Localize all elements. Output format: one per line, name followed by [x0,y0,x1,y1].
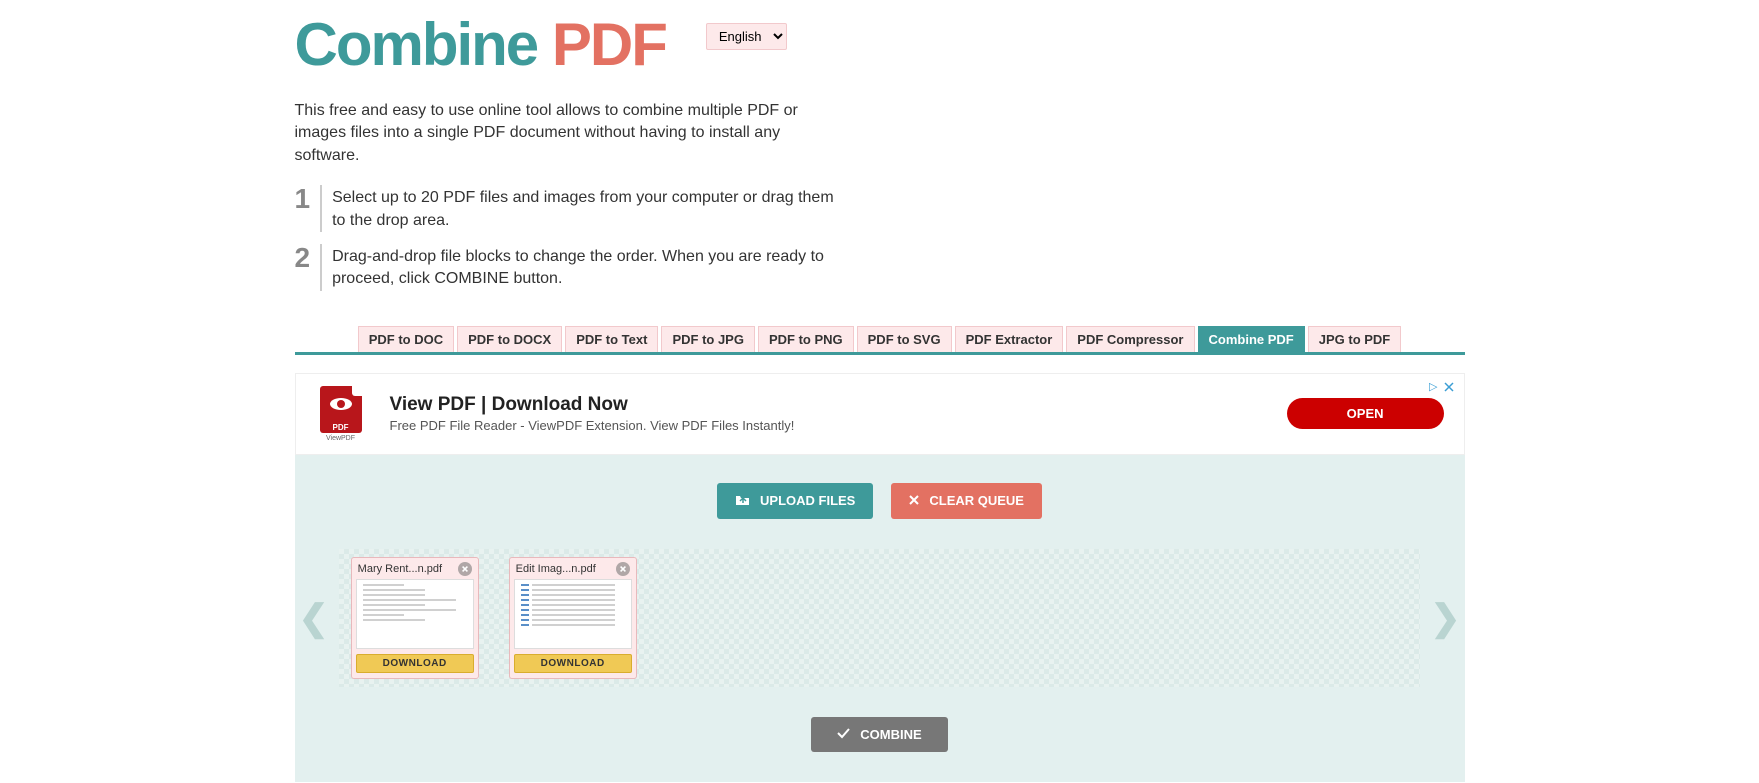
adchoices-icon[interactable]: ▷ [1429,380,1437,393]
main-workspace: PDF ViewPDF View PDF | Download Now Free… [295,373,1465,782]
file-thumbnail [356,579,474,649]
steps: 1 Select up to 20 PDF files and images f… [295,185,1465,291]
ad-description: Free PDF File Reader - ViewPDF Extension… [390,418,1263,433]
ad-badge: PDF [320,422,362,433]
logo-word-1: Combine [295,11,538,78]
file-thumbnail [514,579,632,649]
file-name: Mary Rent...n.pdf [358,563,454,575]
file-name: Edit Imag...n.pdf [516,563,612,575]
ad-meta: ▷ [1429,380,1455,394]
tab-pdf-to-text[interactable]: PDF to Text [565,326,658,352]
tab-combine-pdf[interactable]: Combine PDF [1198,326,1305,352]
remove-file-icon[interactable] [616,562,630,576]
step-text: Drag-and-drop file blocks to change the … [332,244,842,291]
logo-word-2: PDF [552,11,666,78]
step-number: 1 [295,185,323,232]
intro-text: This free and easy to use online tool al… [295,100,835,167]
clear-queue-button[interactable]: CLEAR QUEUE [891,483,1042,519]
upload-icon [735,493,750,509]
ad-title: View PDF | Download Now [390,394,1263,416]
upload-label: UPLOAD FILES [760,493,855,508]
tabs: PDF to DOCPDF to DOCXPDF to TextPDF to J… [295,326,1465,355]
combine-button[interactable]: COMBINE [811,717,947,752]
tab-pdf-compressor[interactable]: PDF Compressor [1066,326,1194,352]
file-strip-container: ❮ Mary Rent...n.pdfDOWNLOADEdit Imag...n… [295,549,1465,687]
tab-pdf-to-svg[interactable]: PDF to SVG [857,326,952,352]
ad-banner: PDF ViewPDF View PDF | Download Now Free… [295,373,1465,455]
step-text: Select up to 20 PDF files and images fro… [332,185,842,232]
tabs-container: PDF to DOCPDF to DOCXPDF to TextPDF to J… [295,326,1465,355]
ad-badge-sub: ViewPDF [326,435,355,442]
step-2: 2 Drag-and-drop file blocks to change th… [295,244,1465,291]
clear-label: CLEAR QUEUE [929,493,1024,508]
logo: Combine PDF [295,15,666,75]
tab-pdf-to-docx[interactable]: PDF to DOCX [457,326,562,352]
tab-pdf-to-png[interactable]: PDF to PNG [758,326,854,352]
check-icon [837,727,850,742]
download-button[interactable]: DOWNLOAD [514,654,632,673]
step-1: 1 Select up to 20 PDF files and images f… [295,185,1465,232]
combine-label: COMBINE [860,727,921,742]
tab-pdf-to-jpg[interactable]: PDF to JPG [661,326,755,352]
ad-thumbnail: PDF ViewPDF [316,386,366,442]
prev-arrow[interactable]: ❮ [295,597,333,639]
action-buttons: UPLOAD FILES CLEAR QUEUE [295,483,1465,519]
file-card[interactable]: Mary Rent...n.pdf DOWNLOAD [351,557,479,679]
next-arrow[interactable]: ❯ [1426,597,1464,639]
ad-close-icon[interactable] [1442,380,1456,394]
file-strip[interactable]: Mary Rent...n.pdfDOWNLOADEdit Imag...n.p… [339,549,1421,687]
close-icon [909,493,919,508]
remove-file-icon[interactable] [458,562,472,576]
file-card[interactable]: Edit Imag...n.pdf DOWNLOAD [509,557,637,679]
tab-jpg-to-pdf[interactable]: JPG to PDF [1308,326,1402,352]
ad-pdf-icon [320,386,362,422]
combine-row: COMBINE [295,717,1465,752]
tab-pdf-to-doc[interactable]: PDF to DOC [358,326,454,352]
language-select[interactable]: English [706,23,787,50]
step-number: 2 [295,244,323,291]
ad-open-button[interactable]: OPEN [1287,398,1444,429]
ad-text: View PDF | Download Now Free PDF File Re… [390,394,1263,433]
header: Combine PDF English [295,0,1465,75]
upload-files-button[interactable]: UPLOAD FILES [717,483,873,519]
tab-pdf-extractor[interactable]: PDF Extractor [955,326,1064,352]
download-button[interactable]: DOWNLOAD [356,654,474,673]
